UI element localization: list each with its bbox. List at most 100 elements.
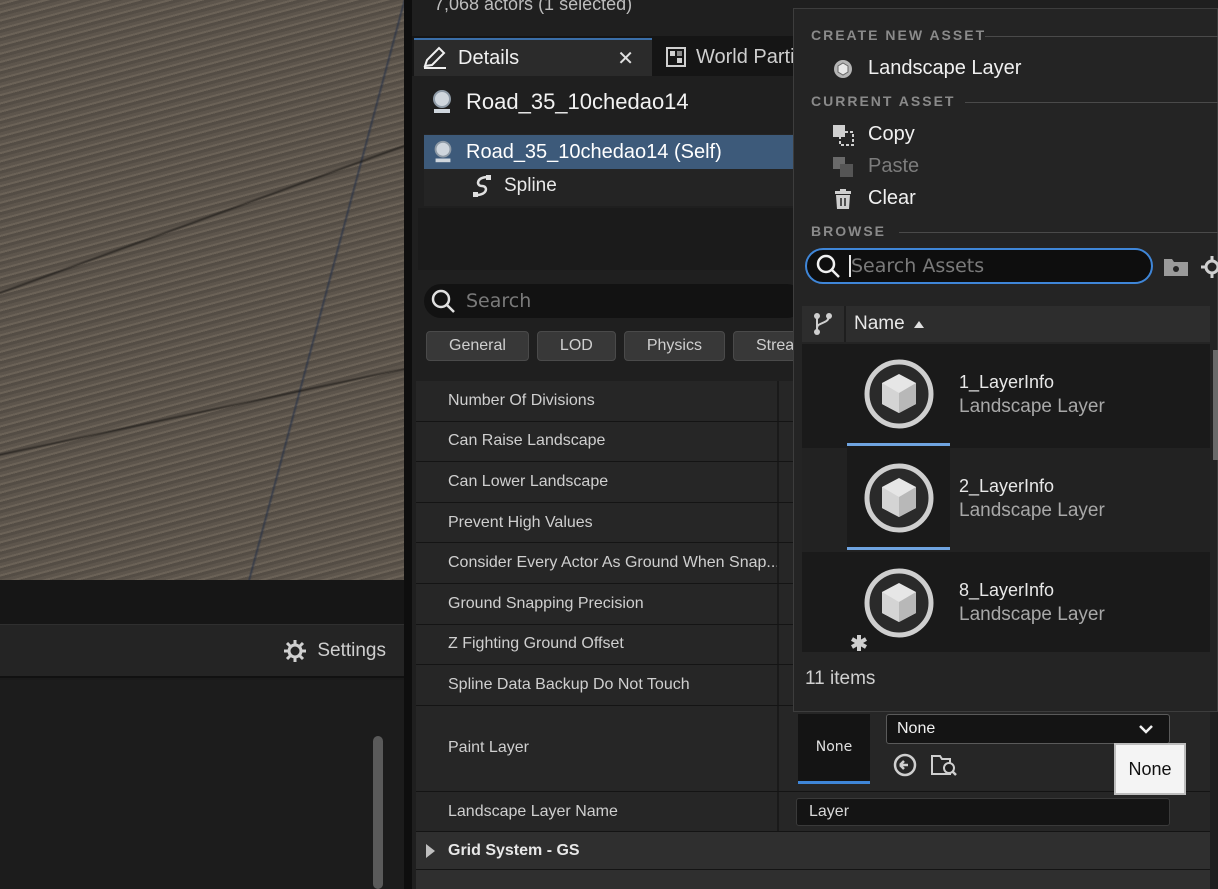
gear-icon[interactable] <box>1200 254 1218 280</box>
branch-icon <box>814 313 832 335</box>
component-row-spline[interactable]: Spline <box>470 174 557 198</box>
column-splitter[interactable] <box>777 381 779 421</box>
tab-world-partition-label: World Parti <box>696 45 795 68</box>
folder-icon[interactable] <box>1163 256 1189 278</box>
layer-asset-icon <box>834 59 852 78</box>
column-splitter[interactable] <box>777 583 779 624</box>
layer-info-icon <box>864 568 933 638</box>
property-label: Ground Snapping Precision <box>448 594 644 612</box>
level-viewport[interactable] <box>0 0 404 580</box>
asset-search-input[interactable]: Search Assets <box>805 248 1153 284</box>
property-label: Z Fighting Ground Offset <box>448 635 624 653</box>
component-row-self[interactable]: Road_35_10chedao14 (Self) <box>424 135 794 169</box>
paste-label: Paste <box>868 155 920 177</box>
property-label: Can Lower Landscape <box>448 472 609 490</box>
asset-item[interactable]: 8_LayerInfo Landscape Layer <box>802 552 1210 652</box>
property-row-paint-layer[interactable]: Paint Layer None None <box>416 705 1210 792</box>
create-landscape-layer-item[interactable]: Landscape Layer <box>832 57 1021 80</box>
section-grid-system[interactable]: Grid System - GS <box>416 832 1210 871</box>
close-icon[interactable]: ✕ <box>617 46 634 71</box>
pencil-icon <box>423 46 446 69</box>
asset-tile <box>847 344 950 446</box>
spline-icon <box>473 175 491 197</box>
asset-name: 1_LayerInfo <box>959 372 1055 392</box>
asset-combo-box[interactable]: None <box>886 713 1170 744</box>
content-scrollbar[interactable] <box>373 736 383 889</box>
column-splitter[interactable] <box>777 543 779 583</box>
use-selected-icon[interactable] <box>892 752 918 778</box>
source-control-column[interactable] <box>802 306 846 342</box>
column-splitter[interactable] <box>777 791 779 832</box>
column-splitter[interactable] <box>777 502 779 543</box>
tab-details[interactable]: Details ✕ <box>414 38 652 76</box>
search-icon <box>816 254 840 278</box>
asset-count: 11 items <box>805 668 876 689</box>
current-asset-header: CURRENT ASSET <box>811 93 956 109</box>
property-label: Spline Data Backup Do Not Touch <box>448 675 690 693</box>
tooltip: None <box>1114 743 1186 795</box>
layer-name-label: Landscape Layer Name <box>448 802 618 820</box>
component-spline-label: Spline <box>504 175 557 196</box>
column-splitter[interactable] <box>777 665 779 705</box>
actor-count: 7,068 actors (1 selected) <box>434 0 633 14</box>
tab-details-label: Details <box>458 46 520 69</box>
column-splitter[interactable] <box>777 421 779 462</box>
sort-ascending-icon <box>913 321 924 328</box>
filter-physics[interactable]: Physics <box>623 331 725 361</box>
column-splitter[interactable] <box>777 462 779 502</box>
divider <box>985 36 1218 37</box>
asset-tile <box>847 448 950 550</box>
selected-actor-header: Road_35_10chedao14 <box>428 88 689 116</box>
viewport-bottom-bar <box>0 580 404 624</box>
property-label: Consider Every Actor As Ground When Snap… <box>448 554 778 572</box>
property-label: Prevent High Values <box>448 513 593 531</box>
property-label: Can Raise Landscape <box>448 432 606 450</box>
filter-general[interactable]: General <box>426 331 529 361</box>
browse-header: BROWSE <box>811 223 886 239</box>
editor-window: Settings 7,068 actors (1 selected) Detai… <box>0 0 1218 889</box>
gear-icon <box>284 640 307 662</box>
asset-item[interactable]: 2_LayerInfo Landscape Layer <box>802 448 1210 552</box>
tab-world-partition[interactable]: World Parti <box>660 38 800 76</box>
divider <box>899 232 1218 233</box>
paint-layer-label: Paint Layer <box>448 739 529 757</box>
actor-icon <box>433 90 451 113</box>
name-column-header[interactable]: Name <box>854 306 925 342</box>
unsaved-asterisk-icon <box>851 635 867 651</box>
section-next[interactable] <box>416 870 1210 889</box>
chevron-down-icon <box>1139 724 1153 734</box>
paste-item[interactable]: Paste <box>832 155 919 178</box>
settings-button[interactable]: Settings <box>283 639 386 663</box>
asset-type: Landscape Layer <box>959 500 1105 521</box>
property-row-layer-name[interactable]: Landscape Layer Name Layer <box>416 791 1210 833</box>
create-new-asset-header: CREATE NEW ASSET <box>811 27 987 43</box>
asset-list[interactable]: 1_LayerInfo Landscape Layer 2_LayerInfo … <box>802 344 1210 652</box>
content-toolbar: Settings <box>0 624 404 678</box>
layer-info-icon <box>864 463 933 532</box>
property-label: Number Of Divisions <box>448 391 595 409</box>
asset-item[interactable]: 1_LayerInfo Landscape Layer <box>802 344 1210 448</box>
actor-name: Road_35_10chedao14 <box>466 89 689 114</box>
asset-thumbnail[interactable]: None <box>798 713 870 784</box>
asset-list-scrollbar[interactable] <box>1213 350 1218 460</box>
browse-asset-icon[interactable] <box>930 752 958 778</box>
copy-icon <box>833 124 854 146</box>
details-search-input[interactable]: Search <box>424 284 804 318</box>
create-landscape-layer-label: Landscape Layer <box>868 57 1022 79</box>
column-splitter[interactable] <box>777 624 779 665</box>
section-label: Grid System - GS <box>448 841 580 859</box>
asset-type: Landscape Layer <box>959 396 1105 417</box>
search-icon <box>431 289 455 313</box>
clear-item[interactable]: Clear <box>832 187 916 210</box>
category-filters: General LOD Physics Strea <box>426 331 818 361</box>
asset-search-placeholder: Search Assets <box>851 255 985 277</box>
content-area <box>0 680 404 889</box>
expand-arrow-icon[interactable] <box>426 844 435 859</box>
filter-lod[interactable]: LOD <box>536 331 616 361</box>
copy-label: Copy <box>868 123 915 145</box>
paste-icon <box>833 156 853 177</box>
asset-list-header: Name <box>802 306 1210 342</box>
layer-name-input[interactable]: Layer <box>796 797 1170 826</box>
column-splitter[interactable] <box>777 705 779 791</box>
copy-item[interactable]: Copy <box>832 123 915 146</box>
